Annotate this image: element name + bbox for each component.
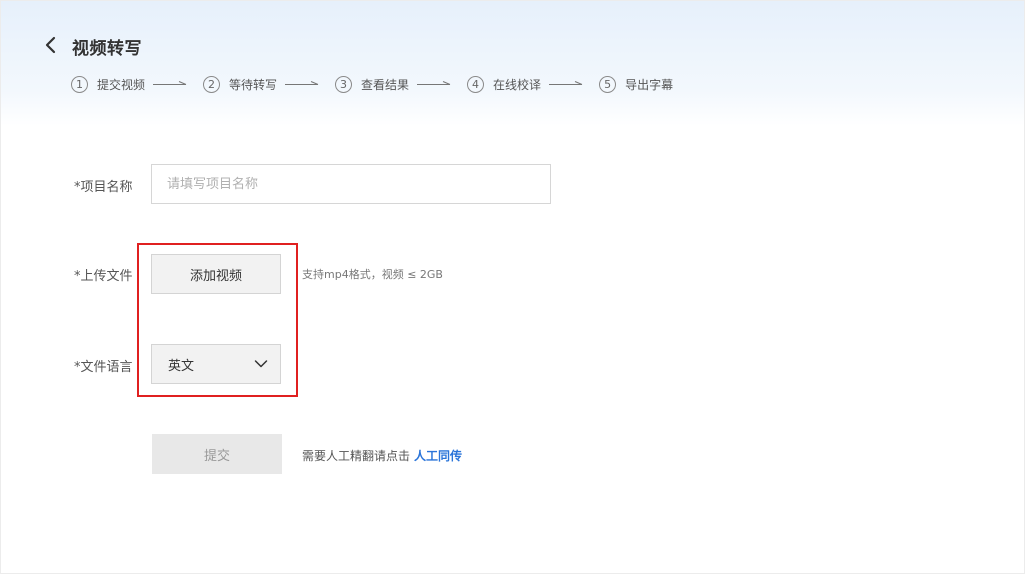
step-number: 3 <box>335 75 353 93</box>
upload-hint: 支持mp4格式，视频 ≤ 2GB <box>302 268 443 281</box>
language-selected-value: 英文 <box>168 358 195 374</box>
right-arrow-icon <box>549 81 583 85</box>
chevron-down-icon <box>254 360 268 368</box>
project-name-input[interactable] <box>151 164 551 204</box>
right-arrow-icon <box>417 81 451 85</box>
back-arrow-icon[interactable] <box>41 34 61 56</box>
step-number: 5 <box>599 75 617 93</box>
step-3: 3 查看结果 <box>335 75 410 93</box>
step-label: 在线校译 <box>493 77 542 92</box>
step-4: 4 在线校译 <box>467 75 542 93</box>
video-transcription-page: 视频转写 1 提交视频 2 等待转写 3 查看结果 4 在线校译 5 导出字幕 … <box>0 0 1025 574</box>
right-arrow-icon <box>285 81 319 85</box>
project-name-label: *项目名称 <box>74 180 133 195</box>
submit-button[interactable]: 提交 <box>152 434 282 474</box>
step-1: 1 提交视频 <box>71 75 146 93</box>
step-2: 2 等待转写 <box>203 75 278 93</box>
manual-translation-hint: 需要人工精翻请点击 人工同传 <box>302 447 462 464</box>
step-5: 5 导出字幕 <box>599 75 674 93</box>
page-title: 视频转写 <box>72 39 142 59</box>
progress-steps: 1 提交视频 2 等待转写 3 查看结果 4 在线校译 5 导出字幕 <box>71 74 673 94</box>
add-video-button[interactable]: 添加视频 <box>151 254 281 294</box>
step-label: 等待转写 <box>229 77 278 92</box>
step-label: 提交视频 <box>97 77 146 92</box>
manual-prompt-text: 需要人工精翻请点击 <box>302 449 411 463</box>
step-number: 1 <box>71 75 88 93</box>
right-arrow-icon <box>153 81 187 85</box>
upload-file-label: *上传文件 <box>74 269 133 284</box>
step-number: 4 <box>467 75 485 93</box>
step-number: 2 <box>203 75 221 93</box>
step-label: 查看结果 <box>361 77 410 92</box>
step-label: 导出字幕 <box>625 77 674 92</box>
language-select[interactable]: 英文 <box>151 344 281 384</box>
file-language-label: *文件语言 <box>74 360 133 375</box>
manual-interpretation-link[interactable]: 人工同传 <box>414 449 462 463</box>
